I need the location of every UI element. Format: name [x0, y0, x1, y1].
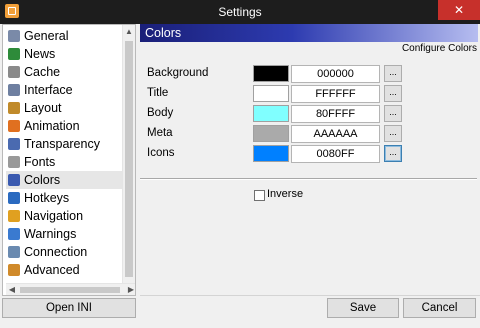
- general-icon: [8, 30, 20, 42]
- vertical-scrollbar[interactable]: ▲ ▼: [122, 25, 135, 295]
- category-list: General News Cache Interface Layout Animation…: [2, 24, 136, 296]
- divider: [140, 178, 477, 180]
- sidebar-item-label: Hotkeys: [24, 191, 70, 205]
- sidebar-item-label: General: [24, 29, 69, 43]
- body-pick-button[interactable]: ...: [384, 105, 402, 122]
- sidebar-item-label: News: [24, 47, 56, 61]
- sidebar-item-general[interactable]: General: [6, 27, 124, 45]
- sidebar-item-interface[interactable]: Interface: [6, 81, 124, 99]
- body-hex-field[interactable]: 80FFFF: [291, 105, 380, 123]
- scroll-right-icon[interactable]: ▶: [125, 284, 135, 295]
- sidebar-item-navigation[interactable]: Navigation: [6, 207, 124, 225]
- sidebar-item-colors[interactable]: Colors: [6, 171, 124, 189]
- title-pick-button[interactable]: ...: [384, 85, 402, 102]
- settings-client: General News Cache Interface Layout Animation…: [0, 24, 480, 328]
- title-bar: Settings ✕: [0, 0, 480, 24]
- sidebar-item-label: Interface: [24, 83, 73, 97]
- body-label: Body: [147, 107, 174, 119]
- cancel-button[interactable]: Cancel: [403, 298, 476, 318]
- window-title: Settings: [218, 5, 262, 19]
- sidebar-item-cache[interactable]: Cache: [6, 63, 124, 81]
- sidebar-item-label: Fonts: [24, 155, 56, 169]
- horizontal-scrollbar[interactable]: ◀ ▶: [6, 283, 135, 295]
- sidebar-item-label: Cache: [24, 65, 61, 79]
- icons-pick-button[interactable]: ...: [384, 145, 402, 162]
- sidebar-item-label: Colors: [24, 173, 61, 187]
- transparency-icon: [8, 138, 20, 150]
- meta-hex-field[interactable]: AAAAAA: [291, 125, 380, 143]
- sidebar-item-label: Layout: [24, 101, 62, 115]
- background-label: Background: [147, 67, 209, 79]
- sidebar-item-fonts[interactable]: Fonts: [6, 153, 124, 171]
- colors-icon: [8, 174, 20, 186]
- sidebar-item-warnings[interactable]: Warnings: [6, 225, 124, 243]
- close-button[interactable]: ✕: [438, 0, 480, 20]
- sidebar-item-news[interactable]: News: [6, 45, 124, 63]
- inverse-label: Inverse: [267, 188, 304, 200]
- warnings-icon: [8, 228, 20, 240]
- save-button[interactable]: Save: [327, 298, 399, 318]
- advanced-icon: [8, 264, 20, 276]
- title-swatch: [253, 85, 289, 102]
- hotkeys-icon: [8, 192, 20, 204]
- sidebar-item-label: Animation: [24, 119, 80, 133]
- background-pick-button[interactable]: ...: [384, 65, 402, 82]
- meta-label: Meta: [147, 127, 173, 139]
- animation-icon: [8, 120, 20, 132]
- footer-divider: [140, 295, 480, 296]
- sidebar-item-label: Navigation: [24, 209, 84, 223]
- meta-pick-button[interactable]: ...: [384, 125, 402, 142]
- sidebar-item-label: Warnings: [24, 227, 77, 241]
- section-subtitle: Configure Colors: [401, 43, 477, 54]
- connection-icon: [8, 246, 20, 258]
- background-hex-field[interactable]: 000000: [291, 65, 380, 83]
- interface-icon: [8, 84, 20, 96]
- meta-swatch: [253, 125, 289, 142]
- icons-label: Icons: [147, 147, 175, 159]
- sidebar-item-animation[interactable]: Animation: [6, 117, 124, 135]
- hscroll-thumb[interactable]: [20, 287, 120, 293]
- sidebar-item-label: Advanced: [24, 263, 80, 277]
- scroll-left-icon[interactable]: ◀: [6, 284, 18, 295]
- layout-icon: [8, 102, 20, 114]
- icons-swatch: [253, 145, 289, 162]
- sidebar-item-transparency[interactable]: Transparency: [6, 135, 124, 153]
- fonts-icon: [8, 156, 20, 168]
- news-arrow-icon: [8, 48, 20, 60]
- navigation-icon: [8, 210, 20, 222]
- title-hex-field[interactable]: FFFFFF: [291, 85, 380, 103]
- open-ini-button[interactable]: Open INI: [2, 298, 136, 318]
- inverse-checkbox[interactable]: [254, 190, 265, 201]
- cache-icon: [8, 66, 20, 78]
- icons-hex-field[interactable]: 0080FF: [291, 145, 380, 163]
- sidebar-item-layout[interactable]: Layout: [6, 99, 124, 117]
- sidebar-item-label: Connection: [24, 245, 88, 259]
- sidebar-item-label: Transparency: [24, 137, 100, 151]
- sidebar-item-connection[interactable]: Connection: [6, 243, 124, 261]
- sidebar-item-advanced[interactable]: Advanced: [6, 261, 124, 279]
- background-swatch: [253, 65, 289, 82]
- scroll-thumb[interactable]: [125, 41, 133, 277]
- sidebar-item-hotkeys[interactable]: Hotkeys: [6, 189, 124, 207]
- body-swatch: [253, 105, 289, 122]
- section-header: Colors: [140, 24, 478, 42]
- title-label: Title: [147, 87, 169, 99]
- scroll-up-icon[interactable]: ▲: [123, 25, 135, 39]
